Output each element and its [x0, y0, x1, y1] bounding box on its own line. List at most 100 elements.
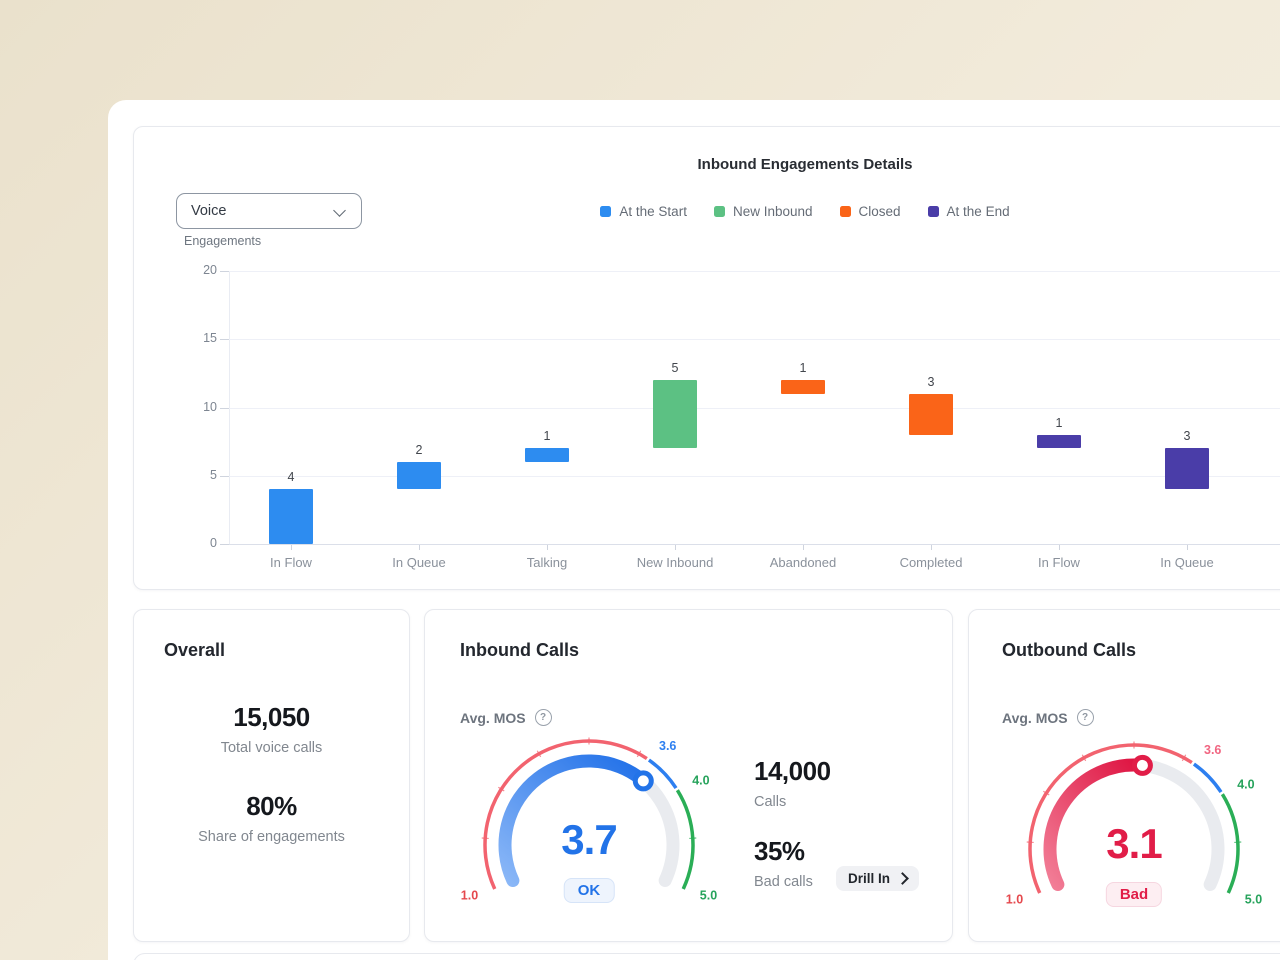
x-axis-line: [229, 544, 1280, 545]
outbound-mos-status-badge: Bad: [1106, 882, 1162, 907]
x-axis-tick: [803, 545, 804, 550]
dashboard-panel: Inbound Engagements Details Voice At the…: [108, 100, 1280, 960]
x-axis-tick: [1187, 545, 1188, 550]
gauge-scale-label: 4.0: [692, 774, 709, 788]
gauge-scale-label: 1.0: [461, 889, 478, 903]
x-category-label: Abandoned: [739, 555, 867, 570]
gauge-knob: [635, 773, 651, 789]
y-axis-tick: [220, 271, 229, 272]
outbound-calls-card: Outbound Calls Avg. MOS ? 1.0 3.6 4.0 5.0 3…: [968, 609, 1280, 942]
y-tick-label: 0: [177, 536, 217, 550]
bar-talking[interactable]: [525, 448, 569, 462]
y-axis-tick: [220, 339, 229, 340]
bar-in-queue[interactable]: [397, 462, 441, 489]
engagements-card: Inbound Engagements Details Voice At the…: [133, 126, 1280, 590]
drill-in-button[interactable]: Drill In: [836, 866, 919, 891]
x-category-label: Talking: [483, 555, 611, 570]
card-title: Inbound Calls: [460, 640, 579, 661]
gauge-scale-label: 1.0: [1006, 893, 1023, 907]
x-category-label: In Flow: [227, 555, 355, 570]
y-axis-tick: [220, 408, 229, 409]
outbound-mos-value: 3.1: [1034, 820, 1234, 868]
y-tick-label: 5: [177, 468, 217, 482]
chevron-right-icon: [896, 872, 909, 885]
bar-in-flow[interactable]: [269, 489, 313, 544]
x-category-label: Completed: [867, 555, 995, 570]
bar-value-label: 1: [773, 361, 833, 375]
x-axis-tick: [675, 545, 676, 550]
inbound-calls-value: 14,000: [754, 756, 831, 787]
bar-in-queue[interactable]: [1165, 448, 1209, 489]
inbound-mos-value: 3.7: [489, 816, 689, 864]
card-title: Outbound Calls: [1002, 640, 1136, 661]
bar-in-flow[interactable]: [1037, 435, 1081, 449]
avg-mos-label: Avg. MOS: [1002, 710, 1068, 726]
chart-legend: At the Start New Inbound Closed At the End: [505, 204, 1105, 219]
gauge-scale-label: 3.6: [659, 739, 676, 753]
legend-item-closed[interactable]: Closed: [840, 204, 901, 219]
y-tick-label: 20: [177, 263, 217, 277]
chart-title: Inbound Engagements Details: [505, 156, 1105, 173]
gridline: [229, 476, 1280, 477]
y-tick-label: 10: [177, 400, 217, 414]
bar-new-inbound[interactable]: [653, 380, 697, 448]
gauge-knob: [1134, 757, 1150, 773]
legend-label: At the Start: [619, 204, 687, 219]
legend-swatch-icon: [840, 206, 851, 217]
x-axis-tick: [931, 545, 932, 550]
bar-value-label: 1: [1029, 416, 1089, 430]
share-of-engagements-label: Share of engagements: [198, 829, 345, 845]
share-of-engagements-value: 80%: [246, 791, 297, 822]
bar-completed[interactable]: [909, 394, 953, 435]
x-category-label: In Flow: [995, 555, 1123, 570]
gridline: [229, 339, 1280, 340]
channel-select-value: Voice: [191, 203, 226, 219]
help-icon[interactable]: ?: [1077, 709, 1094, 726]
total-voice-calls-label: Total voice calls: [221, 740, 323, 756]
avg-mos-label: Avg. MOS: [460, 710, 526, 726]
legend-swatch-icon: [600, 206, 611, 217]
x-axis-tick: [1059, 545, 1060, 550]
gauge-scale-label: 5.0: [1245, 893, 1262, 907]
x-axis-tick: [291, 545, 292, 550]
bad-calls-value: 35%: [754, 836, 805, 867]
bad-calls-label: Bad calls: [754, 874, 813, 890]
next-row-card: [133, 953, 1280, 960]
legend-label: New Inbound: [733, 204, 813, 219]
overall-card: Overall 15,050 Total voice calls 80% Sha…: [133, 609, 410, 942]
drill-in-label: Drill In: [848, 871, 890, 886]
y-axis-tick: [220, 476, 229, 477]
inbound-calls-card: Inbound Calls Avg. MOS ? 1.0 3.6 4.0 5.0 3.…: [424, 609, 953, 942]
gauge-scale-label: 3.6: [1204, 743, 1221, 757]
x-axis-tick: [547, 545, 548, 550]
y-axis-title: Engagements: [184, 234, 261, 248]
bar-value-label: 3: [1157, 429, 1217, 443]
chevron-down-icon: [333, 204, 346, 217]
x-category-label: In Queue: [355, 555, 483, 570]
x-category-label: New Inbound: [611, 555, 739, 570]
legend-swatch-icon: [714, 206, 725, 217]
legend-swatch-icon: [928, 206, 939, 217]
legend-label: At the End: [947, 204, 1010, 219]
total-voice-calls-value: 15,050: [233, 702, 310, 733]
x-axis-tick: [419, 545, 420, 550]
legend-item-new-inbound[interactable]: New Inbound: [714, 204, 813, 219]
legend-item-at-the-start[interactable]: At the Start: [600, 204, 687, 219]
gridline: [229, 271, 1280, 272]
avg-mos-row: Avg. MOS ?: [460, 709, 552, 726]
channel-select[interactable]: Voice: [176, 193, 362, 229]
y-tick-label: 15: [177, 331, 217, 345]
bar-abandoned[interactable]: [781, 380, 825, 394]
legend-item-at-the-end[interactable]: At the End: [928, 204, 1010, 219]
help-icon[interactable]: ?: [535, 709, 552, 726]
gauge-scale-label: 5.0: [700, 889, 717, 903]
bar-value-label: 5: [645, 361, 705, 375]
bar-value-label: 4: [261, 470, 321, 484]
bar-value-label: 1: [517, 429, 577, 443]
gauge-scale-label: 4.0: [1237, 778, 1254, 792]
card-title: Overall: [164, 640, 225, 661]
inbound-mos-status-badge: OK: [564, 878, 615, 903]
avg-mos-row: Avg. MOS ?: [1002, 709, 1094, 726]
bar-value-label: 2: [389, 443, 449, 457]
legend-label: Closed: [859, 204, 901, 219]
